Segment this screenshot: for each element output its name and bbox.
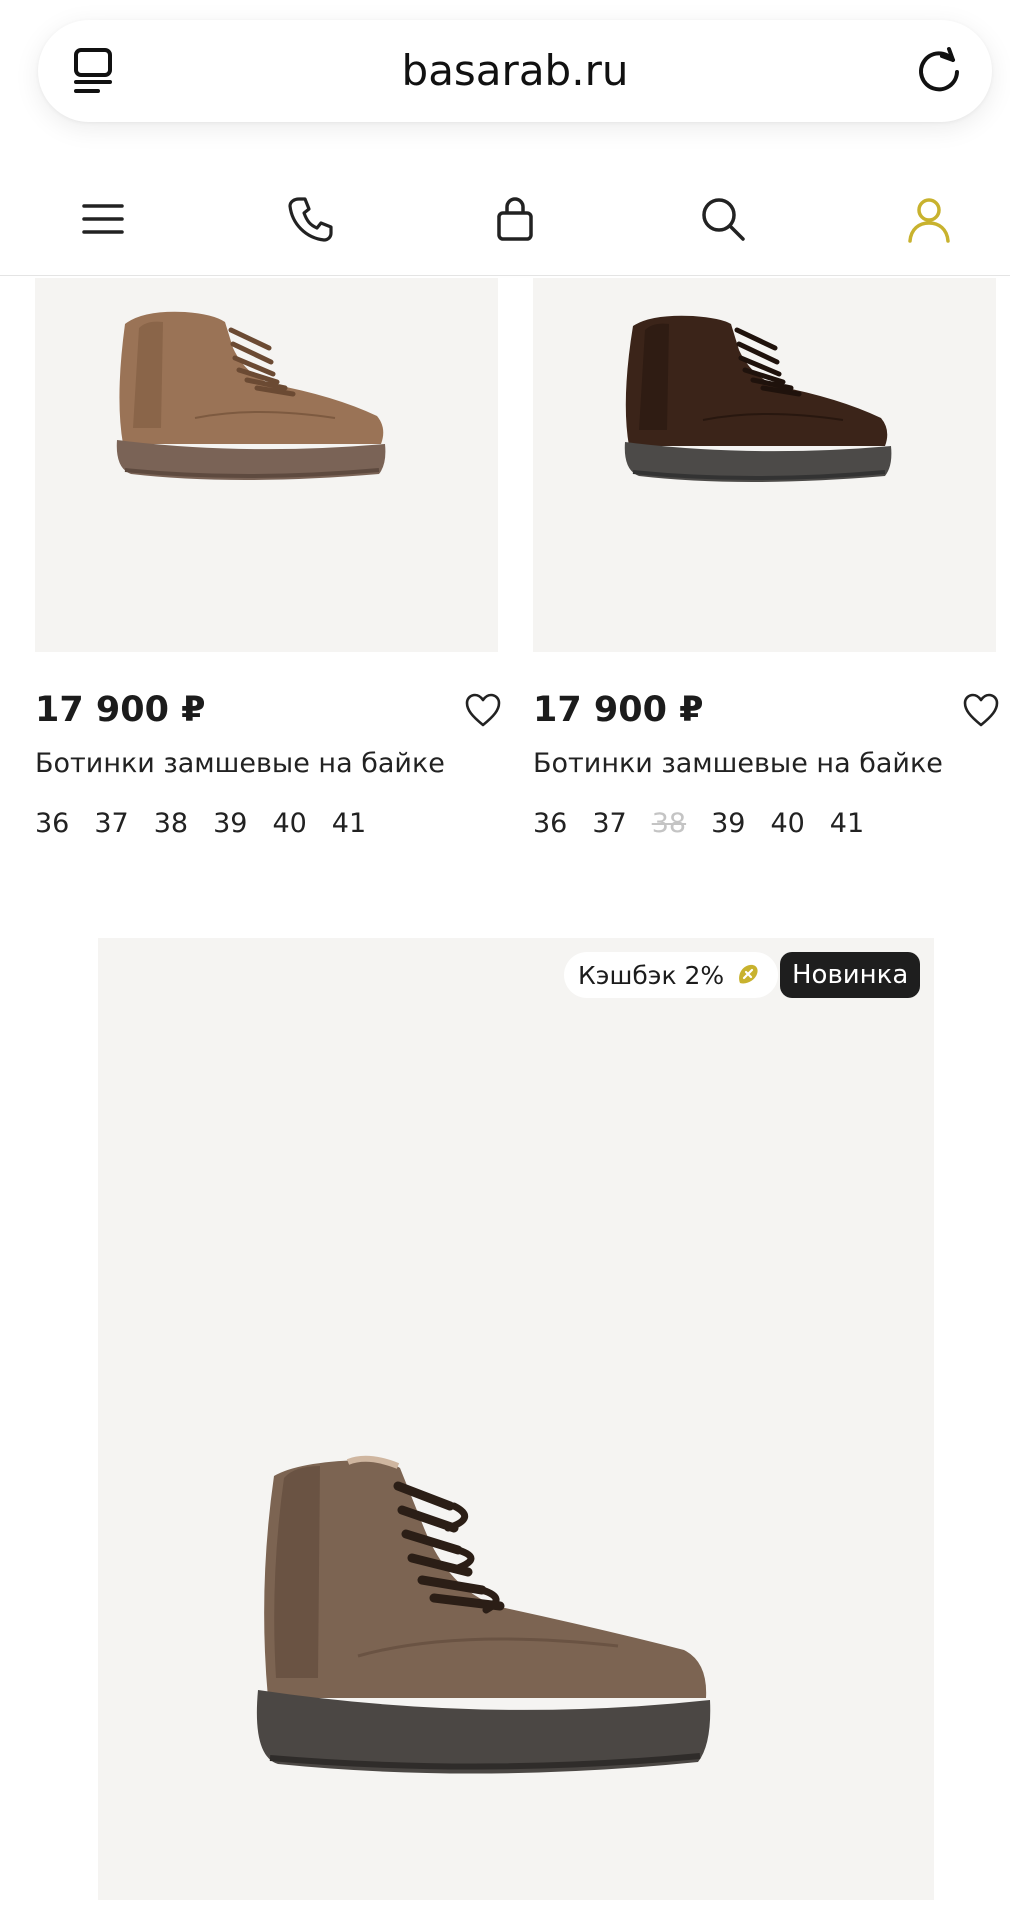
product-image[interactable] bbox=[533, 278, 996, 652]
product-image[interactable] bbox=[35, 278, 498, 652]
size-option-unavailable: 38 bbox=[651, 808, 687, 839]
phone-icon[interactable] bbox=[286, 194, 336, 244]
boot-illustration bbox=[256, 1455, 711, 1774]
size-list: 36 37 38 39 40 41 bbox=[35, 806, 391, 842]
size-option[interactable]: 36 bbox=[533, 806, 567, 842]
address-bar[interactable]: basarab.ru bbox=[38, 20, 992, 122]
product-price: 17 900 ₽ bbox=[35, 690, 206, 730]
user-icon[interactable] bbox=[904, 194, 954, 244]
size-option[interactable]: 39 bbox=[711, 806, 745, 842]
size-option[interactable]: 36 bbox=[35, 806, 69, 842]
featured-product-image[interactable]: Кэшбэк 2% Новинка bbox=[98, 938, 934, 1900]
product-name[interactable]: Ботинки замшевые на байке bbox=[533, 746, 943, 782]
size-option[interactable]: 40 bbox=[272, 806, 306, 842]
site-nav bbox=[0, 160, 1010, 276]
size-option[interactable]: 41 bbox=[332, 806, 366, 842]
url-domain[interactable]: basarab.ru bbox=[38, 44, 992, 98]
product-card[interactable]: 17 900 ₽ Ботинки замшевые на байке 36 37… bbox=[35, 278, 501, 839]
heart-icon[interactable] bbox=[464, 692, 502, 728]
product-name[interactable]: Ботинки замшевые на байке bbox=[35, 746, 445, 782]
size-option[interactable]: 41 bbox=[830, 806, 864, 842]
size-option[interactable]: 40 bbox=[770, 806, 804, 842]
product-price: 17 900 ₽ bbox=[533, 690, 704, 730]
bag-icon[interactable] bbox=[490, 194, 540, 244]
size-option[interactable]: 37 bbox=[94, 806, 128, 842]
product-card[interactable]: 17 900 ₽ Ботинки замшевые на байке 36 37… bbox=[533, 278, 999, 839]
search-icon[interactable] bbox=[698, 194, 748, 244]
size-option[interactable]: 37 bbox=[592, 806, 626, 842]
heart-icon[interactable] bbox=[962, 692, 1000, 728]
menu-icon[interactable] bbox=[78, 194, 128, 244]
size-list: 36 37 38 39 40 41 bbox=[533, 806, 889, 842]
size-option[interactable]: 39 bbox=[213, 806, 247, 842]
size-option[interactable]: 38 bbox=[154, 806, 188, 842]
reload-icon[interactable] bbox=[912, 44, 966, 98]
